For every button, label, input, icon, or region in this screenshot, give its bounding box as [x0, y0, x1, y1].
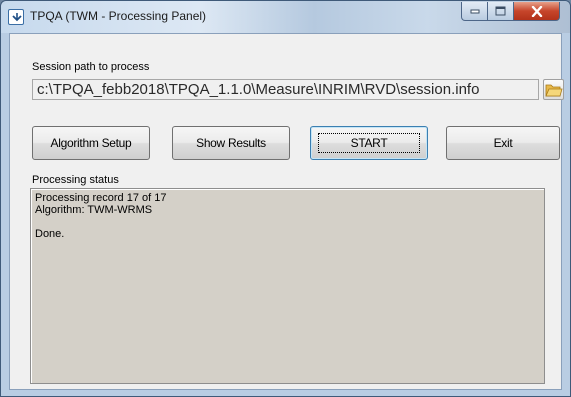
maximize-button[interactable] [488, 2, 514, 21]
exit-button[interactable]: Exit [446, 126, 560, 160]
show-results-label: Show Results [196, 136, 266, 150]
session-path-value: c:\TPQA_febb2018\TPQA_1.1.0\Measure\INRI… [37, 81, 480, 98]
show-results-button[interactable]: Show Results [172, 126, 290, 160]
status-line: Done. [35, 228, 65, 240]
browse-folder-button[interactable] [543, 79, 564, 100]
minimize-button[interactable] [461, 2, 488, 21]
main-panel: Session path to process c:\TPQA_febb2018… [9, 33, 564, 390]
processing-status-log[interactable]: Processing record 17 of 17 Algorithm: TW… [30, 188, 545, 384]
start-button[interactable]: START [310, 126, 428, 160]
close-button[interactable] [514, 2, 560, 21]
session-path-field[interactable]: c:\TPQA_febb2018\TPQA_1.1.0\Measure\INRI… [32, 79, 539, 100]
folder-icon [545, 84, 563, 97]
exit-label: Exit [493, 136, 513, 150]
status-line: Processing record 17 of 17 [35, 192, 167, 204]
algorithm-setup-label: Algorithm Setup [50, 136, 132, 150]
minimize-icon [470, 9, 479, 14]
app-icon[interactable] [8, 9, 24, 25]
app-window: TPQA (TWM - Processing Panel) Session pa… [0, 0, 571, 397]
window-title: TPQA (TWM - Processing Panel) [30, 9, 207, 23]
status-line [35, 216, 540, 228]
algorithm-setup-button[interactable]: Algorithm Setup [32, 126, 150, 160]
status-line: Algorithm: TWM-WRMS [35, 204, 153, 216]
close-icon [531, 5, 542, 17]
processing-status-label: Processing status [32, 174, 119, 186]
title-bar[interactable]: TPQA (TWM - Processing Panel) [1, 1, 570, 33]
maximize-icon [495, 6, 506, 16]
start-label: START [317, 133, 421, 153]
session-path-label: Session path to process [32, 61, 150, 73]
